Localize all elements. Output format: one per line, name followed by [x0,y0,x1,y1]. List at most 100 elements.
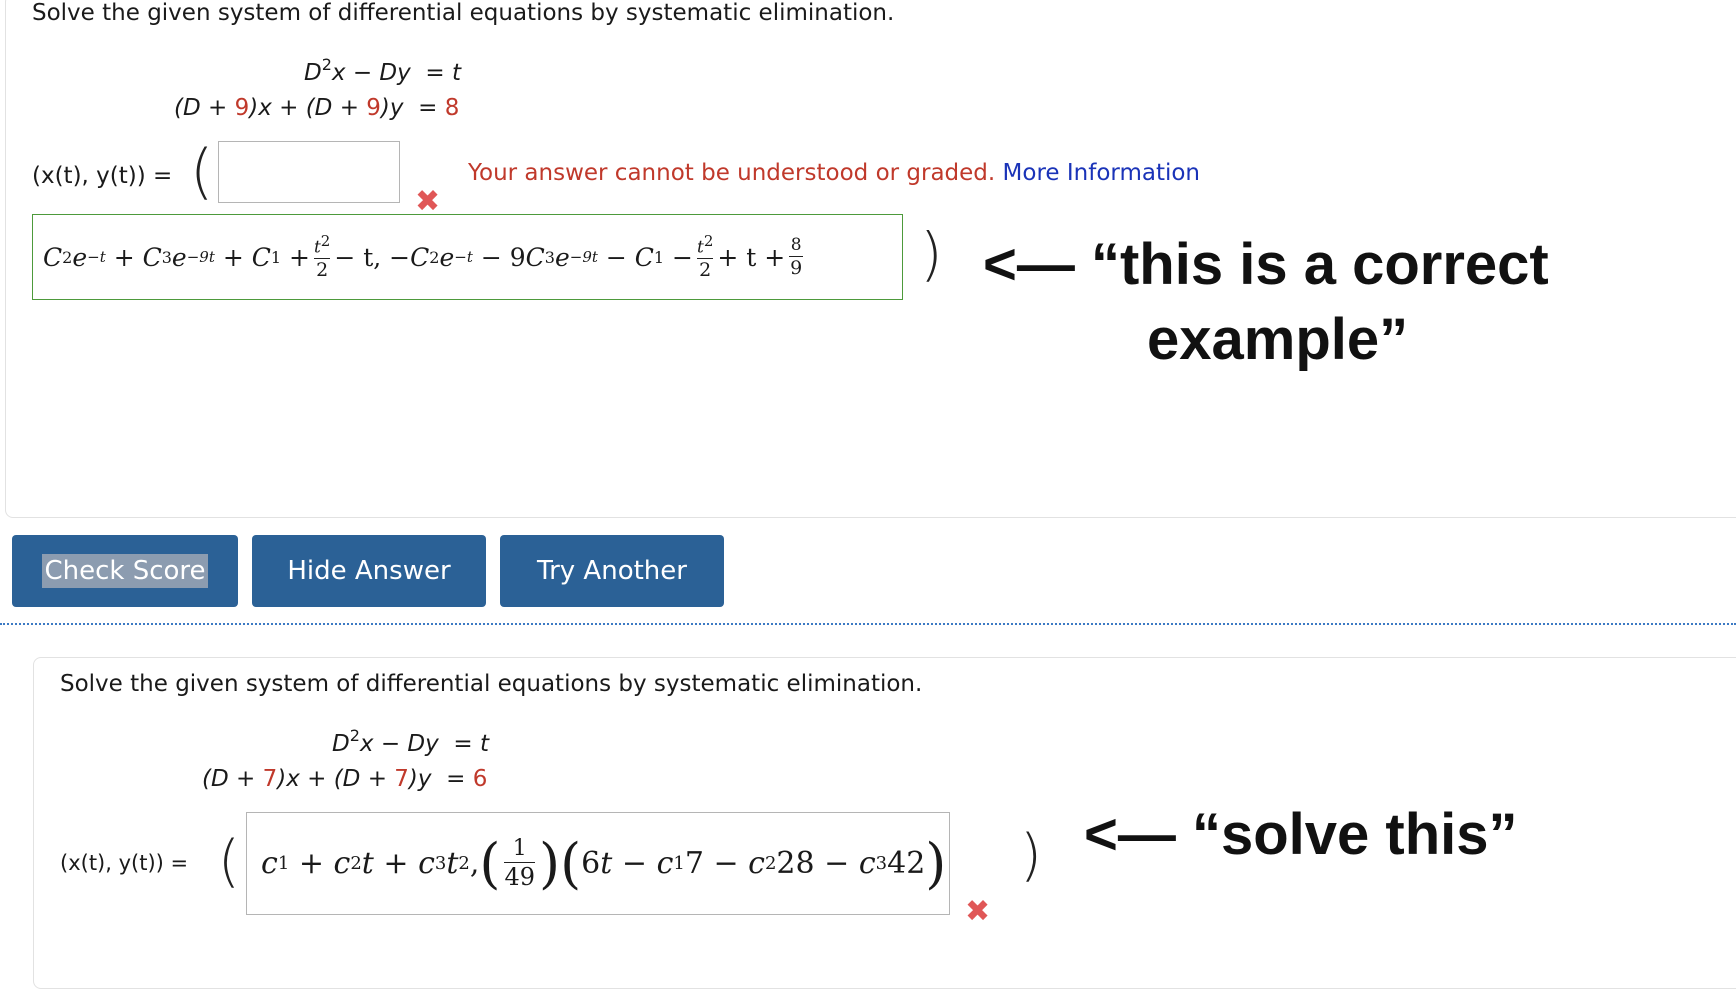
close-paren: ) [1020,823,1042,888]
math-op: + [298,846,324,881]
math-exponent: −t [454,248,473,266]
math-symbol: e [72,242,88,272]
incorrect-icon: ✖ [965,894,991,929]
check-score-button[interactable]: Check Score [12,535,238,607]
math-subscript: 3 [434,853,447,874]
math-subscript: 1 [277,853,290,874]
answer-label: (x(t), y(t)) = [60,851,189,875]
math-symbol: e [554,242,570,272]
math-op: − 9 [480,242,526,272]
open-paren: ( [218,829,240,894]
math-subscript: 3 [544,247,555,267]
math-op: + [383,846,409,881]
math-symbol: e [171,242,187,272]
answer-label: (x(t), y(t)) = [32,163,173,189]
math-subscript: 2 [62,247,73,267]
math-symbol: c [333,846,351,881]
math-op: − [605,242,627,272]
eq-exponent: 2 [321,55,332,74]
try-another-button[interactable]: Try Another [500,535,724,607]
math-exponent: −t [87,248,106,266]
math-op: + [222,242,244,272]
correct-answer-expression: C 2 e −t + C 3 e −9t + C1 + t2 2 − t, − C 2 e −t −… [43,231,807,282]
math-number: 28 [776,846,815,881]
eq-term: )x + (D + [277,766,395,792]
annotation-solve-this: <— “solve this” [1084,802,1518,867]
math-subscript: 2 [429,247,440,267]
answer-input[interactable]: c1 + c2t + c3t2, ( 1 49 )( 6t − c17 − c22… [246,812,950,915]
error-text: Your answer cannot be understood or grad… [468,160,996,186]
eq-term: (D + [202,766,263,792]
annotation-correct-example-line2: example” [1147,307,1409,372]
math-subscript: 2 [350,853,362,874]
math-symbol: t [446,846,459,881]
math-symbol: C [43,242,63,272]
eq-sign: = [453,731,473,757]
math-symbol: C [410,242,430,272]
math-symbol: C [634,242,654,272]
equation-2: (D + 7)x + (D + 7)y = 6 [202,766,487,792]
eq-term: x − Dy [331,60,411,86]
paren: ( [560,831,582,895]
math-subscript: 1 [270,247,282,267]
math-op: + t + [717,242,786,272]
frac-num: 8 [790,234,802,255]
eq-rhs: t [451,60,461,86]
eq-exponent: 2 [349,726,360,745]
frac-den: 2 [699,259,712,282]
eq-term: )y [380,95,404,121]
open-paren: ( [190,137,214,207]
error-message: Your answer cannot be understood or grad… [468,160,1200,186]
math-op: − [713,846,739,881]
section-divider [0,623,1736,625]
paren: ( [479,831,501,895]
frac-num: t [313,237,321,258]
equation-1: D2x − Dy = t [332,726,489,757]
fraction: 1 49 [504,838,536,891]
math-op: − [824,846,850,881]
eq-coefficient: 7 [394,766,409,792]
math-op: − [672,242,693,272]
eq-term: (D + [174,95,235,121]
frac-exp: 2 [703,231,714,250]
math-number: 6 [581,846,601,881]
frac-exp: 2 [320,231,331,250]
eq-coefficient: 9 [366,95,381,121]
math-exponent: −9t [186,248,215,266]
fraction: t2 2 [696,231,714,282]
math-symbol: C [525,242,545,272]
annotation-correct-example-line1: <— “this is a correct [983,232,1549,297]
eq-sign: = [425,60,445,86]
eq-coefficient: 7 [262,766,278,792]
math-subscript: 1 [673,853,685,874]
math-symbol: e [439,242,455,272]
answer-input[interactable] [218,141,400,203]
eq-term: D [332,731,350,757]
entered-answer-expression: c1 + c2t + c3t2, ( 1 49 )( 6t − c17 − c22… [261,831,946,895]
fraction: t2 2 [313,231,331,281]
math-op: − t, − [334,242,411,272]
eq-rhs: t [479,731,489,757]
math-symbol: t [361,846,374,881]
math-exponent: −9t [569,248,598,266]
frac-den: 9 [790,256,803,279]
eq-rhs: 6 [472,766,488,792]
incorrect-icon: ✖ [415,184,441,219]
math-number: 7 [684,846,704,881]
math-op: , [469,846,480,881]
math-symbol: C [142,242,162,272]
math-subscript: 3 [161,247,172,267]
close-paren: ) [920,220,943,288]
math-op: + [289,242,310,272]
more-information-link[interactable]: More Information [1003,160,1200,186]
equation-2: (D + 9)x + (D + 9)y = 8 [174,95,459,121]
hide-answer-button[interactable]: Hide Answer [252,535,486,607]
eq-sign: = [418,95,438,121]
frac-den: 49 [504,863,536,891]
eq-coefficient: 9 [234,95,250,121]
math-symbol: c [748,846,765,881]
math-op: + [113,242,135,272]
math-symbol: c [418,846,435,881]
math-subscript: 2 [764,853,777,874]
eq-term: )x + (D + [249,95,367,121]
